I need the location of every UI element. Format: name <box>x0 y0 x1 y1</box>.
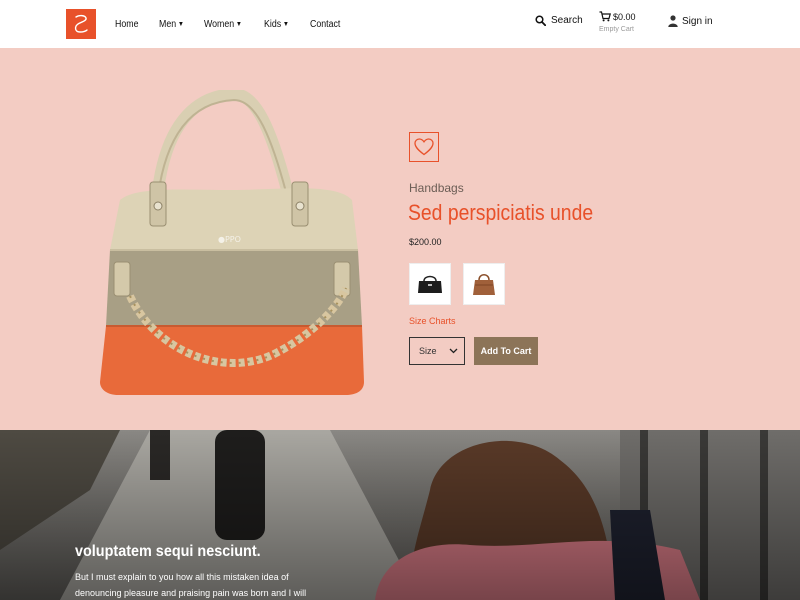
thumbnail-brown-handbag[interactable] <box>463 263 505 305</box>
size-select-value: Size <box>419 346 437 356</box>
svg-text:●PPO: ●PPO <box>218 235 241 244</box>
brand-logo[interactable] <box>66 9 96 39</box>
caret-down-icon: ▼ <box>177 20 184 28</box>
nav-women[interactable]: Women ▼ <box>204 19 242 30</box>
thumbnail-black-handbag[interactable] <box>409 263 451 305</box>
search-button[interactable]: Search <box>535 15 583 26</box>
product-hero: ●PPO Handbags Sed perspiciatis unde $200… <box>0 48 800 430</box>
logo-mark-icon <box>74 14 88 33</box>
heart-icon <box>414 138 434 156</box>
nav-kids[interactable]: Kids ▼ <box>264 19 289 30</box>
product-price: $200.00 <box>409 237 442 247</box>
search-label: Search <box>551 15 583 26</box>
cart-status: Empty Cart <box>599 26 635 33</box>
brown-handbag-image <box>473 274 495 295</box>
product-category: Handbags <box>409 181 464 195</box>
cart-amount: $0.00 <box>613 11 636 22</box>
cart-icon <box>599 11 611 22</box>
site-header: Home Men ▼ Women ▼ Kids ▼ Contact Search $0… <box>0 0 800 48</box>
nav-men[interactable]: Men ▼ <box>159 19 184 30</box>
sign-in-label: Sign in <box>682 15 713 27</box>
nav-contact[interactable]: Contact <box>310 19 340 30</box>
search-icon <box>535 15 546 26</box>
product-image: ●PPO <box>100 90 364 395</box>
size-charts-link[interactable]: Size Charts <box>409 316 456 326</box>
product-title: Sed perspiciatis unde <box>408 200 594 225</box>
lifestyle-banner: voluptatem sequi nesciunt. But I must ex… <box>0 430 800 600</box>
sign-in-button[interactable]: Sign in <box>668 15 713 27</box>
wishlist-button[interactable] <box>409 132 439 162</box>
nav-women-label: Women <box>204 18 235 30</box>
black-handbag-image <box>418 275 442 293</box>
caret-down-icon: ▼ <box>283 20 290 28</box>
nav-home-label: Home <box>115 18 139 30</box>
nav-men-label: Men <box>158 18 176 30</box>
size-select[interactable]: Size <box>409 337 465 365</box>
add-to-cart-button[interactable]: Add To Cart <box>474 337 538 365</box>
caret-down-icon: ▼ <box>236 20 243 28</box>
user-icon <box>668 15 678 27</box>
banner-title: voluptatem sequi nesciunt. <box>75 543 261 560</box>
main-nav: Home Men ▼ Women ▼ Kids ▼ Contact <box>115 0 361 48</box>
nav-kids-label: Kids <box>264 18 282 30</box>
nav-home[interactable]: Home <box>115 19 138 30</box>
chevron-down-icon <box>449 348 458 354</box>
nav-contact-label: Contact <box>309 18 341 30</box>
banner-text: But I must explain to you how all this m… <box>75 572 307 598</box>
cart-button[interactable]: $0.00 Empty Cart <box>599 11 636 33</box>
